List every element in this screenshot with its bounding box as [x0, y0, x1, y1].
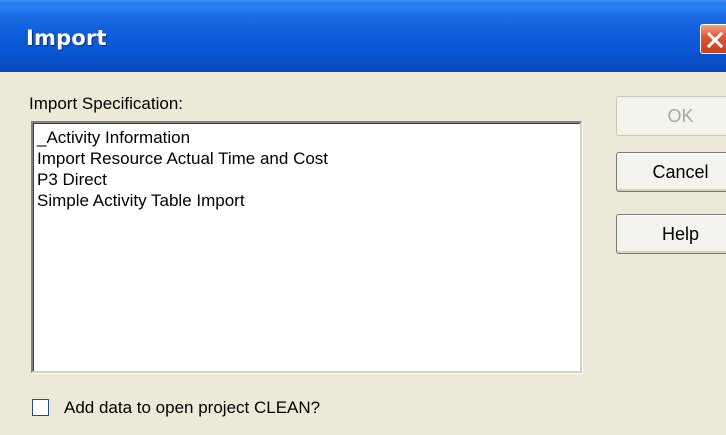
add-data-checkbox-label[interactable]: Add data to open project CLEAN? — [64, 398, 320, 418]
cancel-button[interactable]: Cancel — [616, 152, 726, 192]
add-data-checkbox[interactable] — [32, 399, 49, 416]
import-specification-list[interactable]: _Activity Information Import Resource Ac… — [31, 121, 582, 373]
close-button[interactable] — [700, 24, 726, 54]
list-item[interactable]: Simple Activity Table Import — [37, 190, 580, 211]
list-item[interactable]: P3 Direct — [37, 169, 580, 190]
title-bar[interactable]: Import — [0, 0, 726, 72]
import-dialog: Import Import Specification: _Activity I… — [0, 0, 726, 435]
list-item[interactable]: _Activity Information — [37, 127, 580, 148]
close-icon — [706, 31, 724, 49]
list-item[interactable]: Import Resource Actual Time and Cost — [37, 148, 580, 169]
ok-button[interactable]: OK — [616, 96, 726, 136]
dialog-title: Import — [26, 26, 107, 50]
import-specification-label: Import Specification: — [29, 94, 184, 113]
help-button[interactable]: Help — [616, 214, 726, 254]
